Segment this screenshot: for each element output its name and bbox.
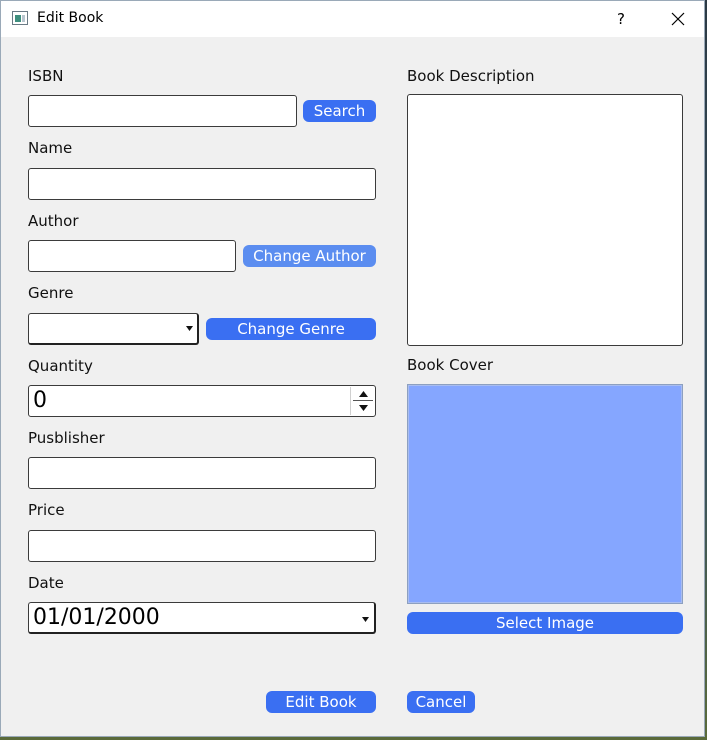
publisher-field[interactable] bbox=[28, 457, 376, 489]
publisher-input[interactable] bbox=[29, 458, 375, 488]
quantity-stepper[interactable]: 0 bbox=[28, 385, 376, 417]
publisher-label: Pusblisher bbox=[28, 429, 105, 447]
date-label: Date bbox=[28, 574, 64, 592]
price-input[interactable] bbox=[29, 531, 375, 561]
author-field[interactable] bbox=[28, 240, 236, 272]
chevron-down-icon bbox=[362, 617, 369, 622]
close-icon bbox=[671, 12, 685, 26]
isbn-input[interactable] bbox=[29, 96, 296, 126]
spin-down-icon[interactable] bbox=[359, 405, 368, 411]
isbn-field[interactable] bbox=[28, 95, 297, 127]
edit-book-dialog: Edit Book ? ISBN Search Name Author Chan… bbox=[0, 0, 705, 737]
genre-label: Genre bbox=[28, 284, 74, 302]
name-label: Name bbox=[28, 139, 73, 157]
search-button[interactable]: Search bbox=[303, 100, 376, 122]
edit-book-button[interactable]: Edit Book bbox=[266, 691, 376, 713]
isbn-label: ISBN bbox=[28, 67, 64, 85]
quantity-value: 0 bbox=[33, 388, 47, 413]
genre-dropdown[interactable] bbox=[28, 313, 199, 345]
name-field[interactable] bbox=[28, 168, 376, 200]
select-image-button[interactable]: Select Image bbox=[407, 612, 683, 634]
help-button[interactable]: ? bbox=[607, 7, 635, 31]
name-input[interactable] bbox=[29, 169, 375, 199]
date-value: 01/01/2000 bbox=[33, 605, 160, 630]
price-field[interactable] bbox=[28, 530, 376, 562]
window-title: Edit Book bbox=[37, 10, 104, 26]
title-bar: Edit Book ? bbox=[1, 1, 704, 37]
chevron-down-icon bbox=[186, 326, 193, 331]
price-label: Price bbox=[28, 501, 65, 519]
quantity-label: Quantity bbox=[28, 357, 93, 375]
close-button[interactable] bbox=[657, 5, 699, 33]
author-label: Author bbox=[28, 212, 79, 230]
change-author-button[interactable]: Change Author bbox=[243, 245, 376, 267]
change-genre-button[interactable]: Change Genre bbox=[206, 318, 376, 340]
description-label: Book Description bbox=[407, 67, 535, 85]
date-picker[interactable]: 01/01/2000 bbox=[28, 602, 376, 634]
cover-label: Book Cover bbox=[407, 356, 494, 374]
spin-buttons bbox=[350, 387, 375, 415]
book-cover-image bbox=[407, 384, 683, 604]
app-window-icon bbox=[12, 11, 28, 25]
description-textarea[interactable] bbox=[407, 94, 683, 346]
spin-up-icon[interactable] bbox=[359, 391, 368, 397]
cancel-button[interactable]: Cancel bbox=[407, 691, 475, 713]
author-input[interactable] bbox=[29, 241, 235, 271]
